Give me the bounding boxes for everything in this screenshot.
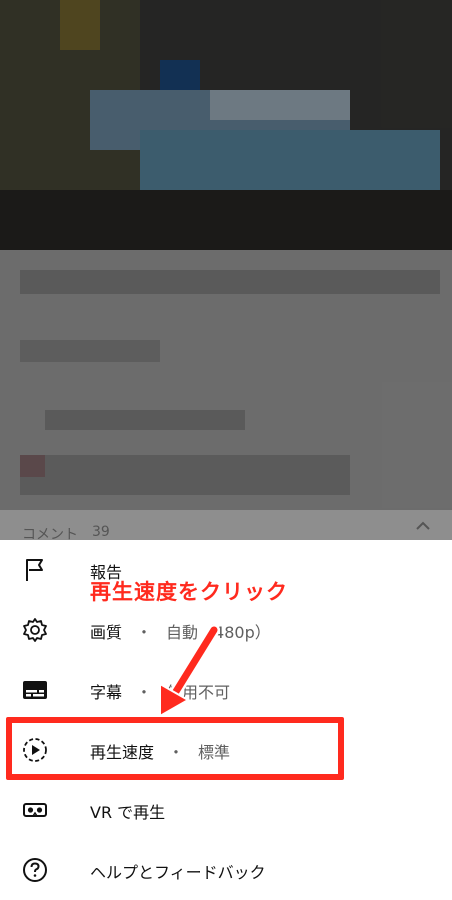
comments-count: 39 — [92, 524, 110, 540]
callout-text: 再生速度をクリック — [90, 580, 288, 604]
comments-header-peek: コメント 39 — [0, 510, 452, 543]
help-circle-icon — [22, 857, 48, 883]
menu-item-label: 画質・自動（480p） — [90, 623, 271, 642]
menu-item-captions[interactable]: 字幕・使用不可 — [0, 660, 452, 720]
chevron-up-icon — [416, 521, 430, 530]
menu-item-vr[interactable]: VR で再生 — [0, 780, 452, 840]
menu-item-quality[interactable]: 画質・自動（480p） — [0, 600, 452, 660]
menu-item-help[interactable]: ヘルプとフィードバック — [0, 840, 452, 900]
flag-icon — [22, 557, 48, 583]
subtitles-icon — [22, 677, 48, 703]
gear-icon — [22, 617, 48, 643]
captions-value: 使用不可 — [166, 683, 231, 702]
quality-value: 自動（480p） — [166, 623, 271, 642]
video-background — [0, 0, 452, 540]
menu-item-label: VR で再生 — [90, 803, 166, 822]
highlight-box — [6, 717, 344, 780]
menu-item-label: ヘルプとフィードバック — [90, 863, 266, 882]
vr-headset-icon — [22, 797, 48, 823]
menu-item-label: 字幕・使用不可 — [90, 683, 231, 702]
